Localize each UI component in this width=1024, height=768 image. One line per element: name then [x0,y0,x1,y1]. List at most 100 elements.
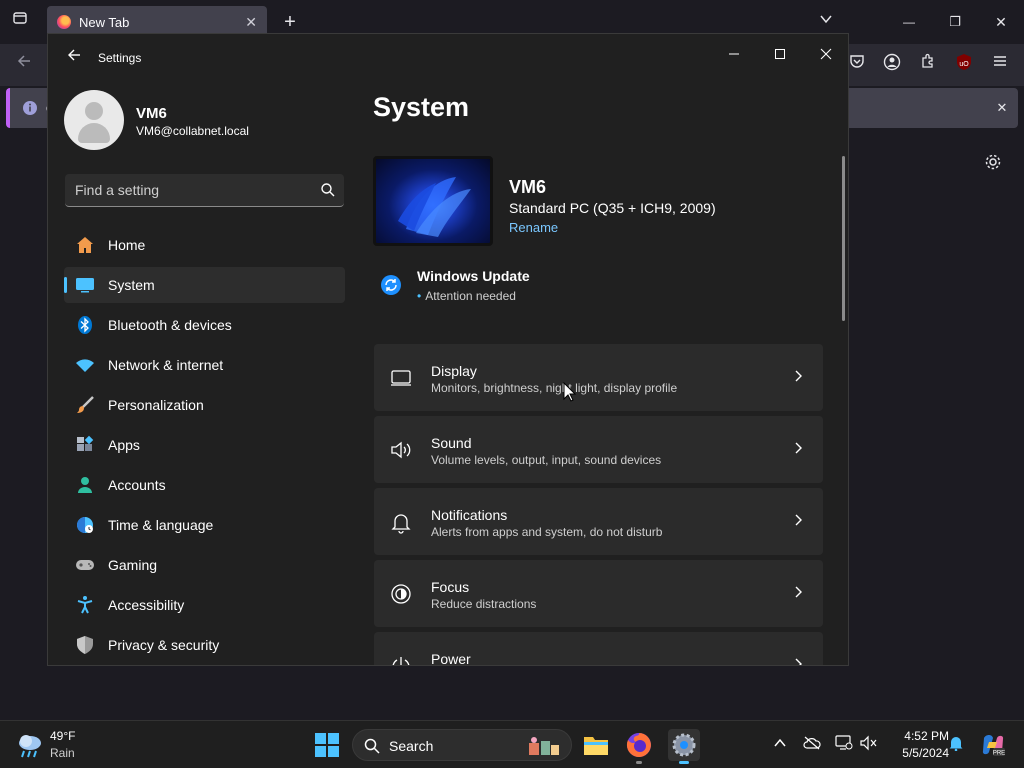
settings-titlebar: Settings [48,34,848,82]
globe-clock-icon [75,515,95,535]
focus-icon [391,584,411,604]
account-icon[interactable] [880,53,904,77]
new-tab-settings-gear-icon[interactable] [981,153,1005,177]
copilot-icon[interactable]: PRE [980,732,1006,758]
browser-minimize-button[interactable]: — [897,10,921,34]
file-explorer-taskbar-button[interactable] [580,729,612,761]
main-scrollbar[interactable] [842,156,845,321]
card-description: Reduce distractions [431,597,537,611]
browser-back-icon[interactable] [12,53,36,77]
tab-overflow-chevron-icon[interactable] [814,10,838,34]
device-model: Standard PC (Q35 + ICH9, 2009) [509,200,716,216]
start-windows-icon[interactable] [314,732,340,758]
sidebar-item-apps[interactable]: Apps [64,427,345,463]
bluetooth-icon [75,315,95,335]
device-wallpaper-thumbnail [373,156,493,246]
new-tab-button[interactable]: + [278,10,302,34]
card-description: Volume levels, output, input, sound devi… [431,453,662,467]
settings-minimize-button[interactable] [711,40,757,70]
sidebar-item-bluetooth-devices[interactable]: Bluetooth & devices [64,307,345,343]
brush-icon [75,395,95,415]
sidebar-item-label: Privacy & security [108,637,220,653]
hamburger-menu-icon[interactable] [988,53,1012,77]
sidebar-item-label: Accessibility [108,597,185,613]
ublock-label: uO [959,61,969,68]
info-icon [23,101,37,115]
apps-icon [75,435,95,455]
sidebar-item-personalization[interactable]: Personalization [64,387,345,423]
power-card[interactable]: Power [374,632,823,666]
sidebar-item-label: Time & language [108,517,214,533]
find-setting-search-box [65,174,344,207]
notification-bell-icon[interactable] [946,735,966,755]
sidebar-item-label: Accounts [108,477,166,493]
sidebar-item-home[interactable]: Home [64,227,345,263]
windows-update-icon[interactable] [380,274,402,296]
windows-update-status: • Attention needed [417,289,516,303]
sidebar-item-privacy-security[interactable]: Privacy & security [64,627,345,663]
wifi-icon [75,355,95,375]
sidebar-item-gaming[interactable]: Gaming [64,547,345,583]
find-setting-input[interactable] [65,174,305,206]
sidebar-item-label: Home [108,237,146,253]
card-title: Power [431,651,471,666]
search-icon [364,738,380,754]
profile-avatar[interactable] [64,90,124,150]
browser-close-button[interactable]: ✕ [989,10,1013,34]
sidebar-item-accounts[interactable]: Accounts [64,467,345,503]
home-icon [75,235,95,255]
sidebar-item-accessibility[interactable]: Accessibility [64,587,345,623]
settings-taskbar-button[interactable] [668,729,700,764]
tab-close-button[interactable]: ✕ [245,14,257,31]
sound-card[interactable]: Sound Volume levels, output, input, soun… [374,416,823,483]
system-settings-cards: Display Monitors, brightness, night ligh… [374,344,823,666]
sidebar-item-label: System [108,277,155,293]
browser-restore-button[interactable]: ❐ [943,10,967,34]
windows-bloom-wallpaper-icon [398,177,471,237]
card-title: Sound [431,435,472,451]
chevron-right-icon [795,370,802,382]
sidebar-item-time-language[interactable]: Time & language [64,507,345,543]
network-monitor-icon[interactable] [834,735,854,755]
weather-temp: 49°F [50,729,76,743]
display-card[interactable]: Display Monitors, brightness, night ligh… [374,344,823,411]
firefox-icon [626,733,651,757]
firefox-favicon-icon [57,15,71,29]
notification-close-button[interactable]: ✕ [990,96,1014,120]
rename-link[interactable]: Rename [509,220,558,235]
taskbar: 49°F Rain Search 4:52 PM 5/5/2024 PRE [0,720,1024,768]
settings-close-button[interactable] [803,40,848,70]
ublock-icon[interactable]: uO [952,53,976,77]
onedrive-offline-icon[interactable] [802,735,822,755]
clock-date: 5/5/2024 [902,746,949,760]
sidebar-item-network-internet[interactable]: Network & internet [64,347,345,383]
running-indicator [636,761,642,764]
weather-condition: Rain [50,746,75,760]
show-hidden-icons-chevron-icon[interactable] [770,735,790,755]
search-highlight-gifts-icon [529,737,559,755]
settings-back-button[interactable] [62,46,86,70]
taskbar-search-label: Search [389,738,434,754]
chevron-right-icon [795,586,802,598]
focus-card[interactable]: Focus Reduce distractions [374,560,823,627]
card-description: Alerts from apps and system, do not dist… [431,525,663,539]
sidebar-item-system[interactable]: System [64,267,345,303]
page-title: System [373,92,470,122]
settings-maximize-button[interactable] [757,40,803,70]
settings-window: Settings VM6 VM6@collabnet.local Home [47,33,849,666]
folder-icon [584,737,608,755]
volume-muted-icon[interactable] [859,735,879,755]
taskbar-search-box[interactable]: Search [352,729,572,761]
system-icon [75,275,95,295]
tab-list-icon[interactable] [8,10,32,34]
chevron-right-icon [795,514,802,526]
search-icon[interactable] [320,182,336,198]
extensions-icon[interactable] [916,53,940,77]
card-title: Notifications [431,507,508,523]
firefox-taskbar-button[interactable] [623,729,655,764]
active-indicator [679,761,689,764]
windows-update-title[interactable]: Windows Update [417,268,530,284]
notifications-card[interactable]: Notifications Alerts from apps and syste… [374,488,823,555]
browser-tab-title: New Tab [79,14,130,30]
settings-sidebar-nav: Home System Bluetooth & devices Network … [64,227,345,665]
